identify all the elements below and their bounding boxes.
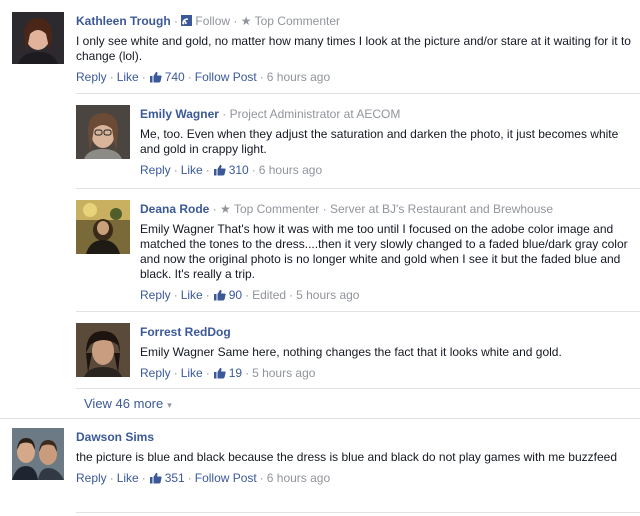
author-name[interactable]: Emily Wagner	[140, 107, 219, 121]
follow-post-link[interactable]: Follow Post	[195, 70, 257, 84]
author-name[interactable]: Forrest RedDog	[140, 325, 231, 339]
like-count-value: 90	[228, 288, 243, 302]
avatar[interactable]	[12, 428, 64, 480]
avatar[interactable]	[76, 105, 130, 159]
timestamp[interactable]: 6 hours ago	[259, 163, 322, 177]
badge: Top Commenter	[233, 202, 320, 216]
reply-link[interactable]: Reply	[140, 163, 171, 177]
follow-link[interactable]: Follow	[181, 14, 230, 28]
view-more-label: View 46 more	[84, 396, 164, 411]
thumbs-up-icon	[213, 289, 226, 301]
author-name[interactable]: Kathleen Trough	[76, 14, 171, 28]
timestamp[interactable]: 6 hours ago	[267, 70, 330, 84]
divider	[76, 188, 640, 189]
like-link[interactable]: Like	[181, 163, 203, 177]
thumbs-up-icon	[149, 472, 162, 484]
author-subtitle: Project Administrator at AECOM	[229, 107, 401, 121]
comment-actions: Reply · Like · 740 · Follow Post · 6 hours ago	[76, 70, 331, 84]
like-count[interactable]: 740	[149, 70, 185, 84]
comment-text: Me, too. Even when they adjust the satur…	[140, 127, 619, 156]
divider	[76, 311, 640, 312]
badge: Top Commenter	[254, 14, 340, 28]
comment-actions: Reply · Like · 19 · 5 hours ago	[140, 366, 316, 380]
like-link[interactable]: Like	[181, 288, 203, 302]
like-link[interactable]: Like	[181, 366, 203, 380]
like-count[interactable]: 90	[213, 288, 242, 302]
like-count[interactable]: 310	[213, 163, 249, 177]
like-count-value: 19	[228, 366, 243, 380]
avatar[interactable]	[12, 12, 64, 64]
star-icon: ★	[240, 14, 252, 28]
comment-text: Emily Wagner That's how it was with me t…	[140, 222, 628, 281]
comment-text: Emily Wagner Same here, nothing changes …	[140, 345, 562, 359]
edited-label[interactable]: Edited	[252, 288, 286, 302]
author-name[interactable]: Dawson Sims	[76, 430, 154, 444]
like-link[interactable]: Like	[117, 471, 139, 485]
comment-actions: Reply · Like · 90 · Edited · 5 hours ago	[140, 288, 360, 302]
comment-text: the picture is blue and black because th…	[76, 450, 617, 464]
reply-link[interactable]: Reply	[76, 70, 107, 84]
like-count-value: 351	[164, 471, 185, 485]
comment-text: I only see white and gold, no matter how…	[76, 34, 631, 63]
comment-actions: Reply · Like · 351 · Follow Post · 6 hours ago	[76, 471, 331, 485]
reply-link[interactable]: Reply	[76, 471, 107, 485]
star-icon: ★	[220, 202, 231, 216]
like-count-value: 740	[164, 70, 185, 84]
reply-link[interactable]: Reply	[140, 366, 171, 380]
like-count-value: 310	[228, 163, 249, 177]
author-name[interactable]: Deana Rode	[140, 202, 209, 216]
divider	[76, 388, 640, 389]
view-more-replies-link[interactable]: View 46 more ▾	[84, 396, 172, 411]
timestamp[interactable]: 5 hours ago	[296, 288, 359, 302]
divider	[76, 512, 640, 513]
avatar[interactable]	[76, 323, 130, 377]
chevron-down-icon: ▾	[167, 400, 172, 410]
follow-label: Follow	[195, 14, 231, 28]
like-link[interactable]: Like	[117, 70, 139, 84]
follow-post-link[interactable]: Follow Post	[195, 471, 257, 485]
comment-actions: Reply · Like · 310 · 6 hours ago	[140, 163, 323, 177]
author-subtitle: Server at BJ's Restaurant and Brewhouse	[330, 202, 554, 216]
like-count[interactable]: 351	[149, 471, 185, 485]
avatar[interactable]	[76, 200, 130, 254]
follow-icon	[181, 15, 193, 26]
divider	[0, 418, 640, 419]
thumbs-up-icon	[149, 71, 162, 83]
thumbs-up-icon	[213, 164, 226, 176]
divider	[76, 93, 640, 94]
thumbs-up-icon	[213, 367, 226, 379]
timestamp[interactable]: 6 hours ago	[267, 471, 330, 485]
reply-link[interactable]: Reply	[140, 288, 171, 302]
like-count[interactable]: 19	[213, 366, 242, 380]
timestamp[interactable]: 5 hours ago	[252, 366, 315, 380]
